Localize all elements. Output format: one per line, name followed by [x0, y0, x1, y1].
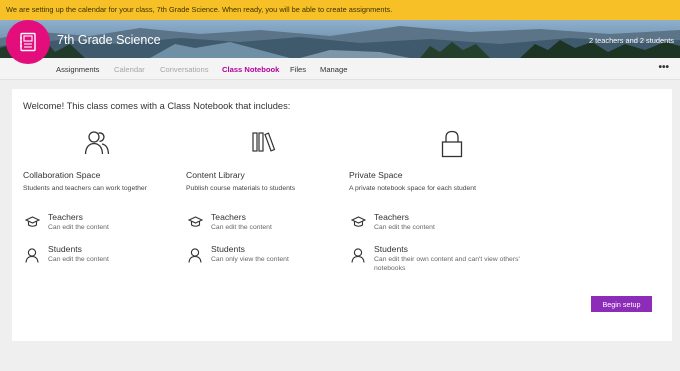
class-title: 7th Grade Science: [57, 33, 161, 47]
more-options-icon[interactable]: •••: [658, 62, 669, 73]
role-title: Teachers: [48, 212, 83, 222]
welcome-heading: Welcome! This class comes with a Class N…: [23, 101, 291, 111]
section-description: Students and teachers can work together: [23, 185, 147, 192]
lock-icon: [441, 130, 463, 158]
section-title: Collaboration Space: [23, 170, 101, 180]
tab-assignments[interactable]: Assignments: [56, 65, 99, 74]
tab-conversations[interactable]: Conversations: [160, 65, 209, 74]
setup-notification-banner: We are setting up the calendar for your …: [0, 0, 680, 20]
section-description: A private notebook space for each studen…: [349, 185, 476, 192]
role-title: Students: [211, 244, 245, 254]
tab-manage[interactable]: Manage: [320, 65, 347, 74]
member-count[interactable]: 2 teachers and 2 students: [589, 36, 674, 45]
section-description: Publish course materials to students: [186, 185, 296, 192]
graduation-cap-icon: [25, 216, 40, 227]
tab-class-notebook[interactable]: Class Notebook: [222, 65, 279, 74]
begin-setup-button[interactable]: Begin setup: [591, 296, 652, 312]
role-title: Teachers: [374, 212, 409, 222]
graduation-cap-icon: [351, 216, 366, 227]
role-description: Can edit the content: [374, 224, 435, 231]
graduation-cap-icon: [188, 216, 203, 227]
class-avatar[interactable]: [6, 20, 50, 64]
person-icon: [351, 248, 365, 263]
role-title: Students: [374, 244, 408, 254]
person-icon: [188, 248, 202, 263]
role-title: Teachers: [211, 212, 246, 222]
person-icon: [25, 248, 39, 263]
library-icon: [252, 132, 276, 152]
class-notebook-card: Welcome! This class comes with a Class N…: [12, 89, 672, 341]
tab-calendar[interactable]: Calendar: [114, 65, 145, 74]
people-icon: [84, 131, 110, 155]
notebook-icon: [20, 32, 36, 52]
tab-files[interactable]: Files: [290, 65, 306, 74]
class-tab-bar: Assignments Calendar Conversations Class…: [0, 58, 680, 80]
role-title: Students: [48, 244, 82, 254]
section-title: Content Library: [186, 170, 245, 180]
banner-message: We are setting up the calendar for your …: [6, 5, 393, 14]
role-description: Can edit their own content and can't vie…: [374, 256, 520, 272]
section-title: Private Space: [349, 170, 403, 180]
